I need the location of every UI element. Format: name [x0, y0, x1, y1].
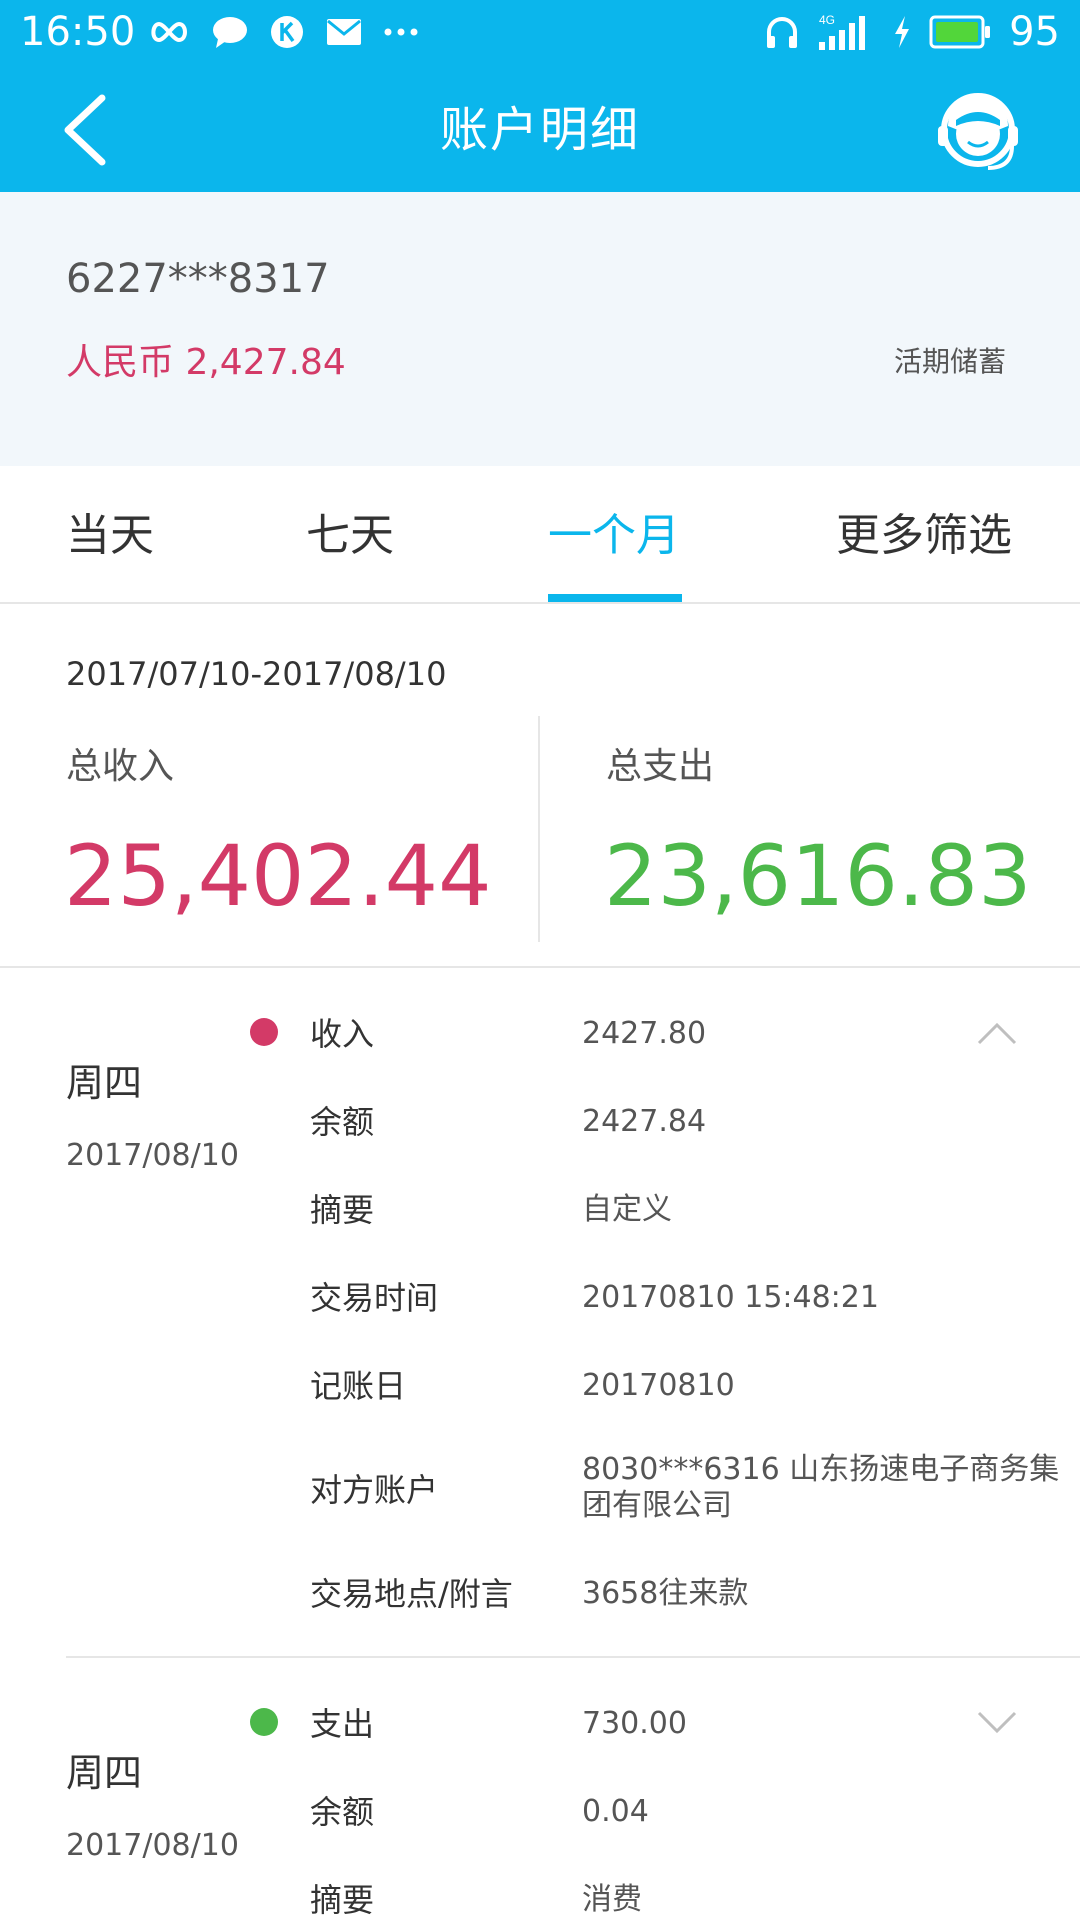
record-date: 2017/08/10 — [66, 1138, 239, 1173]
record-type-label: 支出 — [310, 1705, 375, 1743]
top-bar: 16:50 4G 95 账户明细 — [0, 0, 1080, 192]
chat-bubble-icon — [213, 17, 247, 48]
headphones-icon — [767, 17, 798, 48]
charging-icon — [895, 16, 910, 48]
customer-service-button[interactable] — [936, 90, 1020, 174]
screen: 16:50 4G 95 账户明细 6227***8317 人民币 2,427.8… — [0, 0, 1080, 1920]
detail-label-counterparty: 对方账户 — [310, 1471, 439, 1509]
account-balance: 人民币 2,427.84 — [66, 342, 346, 383]
status-icons-right: 4G 95 — [765, 10, 1060, 54]
detail-value-location-note: 3658往来款 — [582, 1576, 749, 1611]
period-tabs: 当天 七天 一个月 更多筛选 — [0, 466, 1080, 604]
4g-signal-icon: 4G — [819, 13, 866, 50]
total-expense-value: 23,616.83 — [604, 827, 1032, 925]
account-card: 6227***8317 人民币 2,427.84 活期储蓄 — [0, 192, 1080, 466]
period-summary: 2017/07/10-2017/08/10 总收入 25,402.44 总支出 … — [0, 604, 1080, 968]
customer-service-icon — [938, 93, 1018, 170]
income-dot — [250, 1018, 278, 1046]
status-time: 16:50 — [20, 9, 136, 55]
svg-text:4G: 4G — [819, 13, 835, 27]
date-range: 2017/07/10-2017/08/10 — [66, 655, 447, 693]
detail-label-summary: 摘要 — [310, 1191, 375, 1229]
status-icons-left — [148, 12, 418, 52]
total-income-value: 25,402.44 — [64, 827, 492, 925]
battery-percent: 95 — [1009, 9, 1060, 55]
detail-label-balance: 余额 — [310, 1103, 375, 1141]
tab-seven-days[interactable]: 七天 — [306, 506, 394, 566]
detail-label-time: 交易时间 — [310, 1279, 439, 1317]
mail-icon — [327, 19, 361, 45]
detail-label-balance: 余额 — [310, 1793, 375, 1831]
page-title: 账户明细 — [439, 102, 640, 158]
detail-label-posting-date: 记账日 — [310, 1367, 407, 1405]
detail-value-balance: 2427.84 — [582, 1104, 707, 1139]
detail-label-location-note: 交易地点/附言 — [310, 1575, 513, 1613]
detail-value-summary: 自定义 — [582, 1192, 672, 1227]
record-date: 2017/08/10 — [66, 1828, 239, 1863]
detail-value-summary: 消费 — [582, 1882, 642, 1917]
more-dots-icon — [384, 28, 418, 36]
tab-today[interactable]: 当天 — [66, 506, 154, 566]
detail-value-time: 20170810 15:48:21 — [582, 1280, 879, 1315]
detail-label-summary: 摘要 — [310, 1881, 375, 1919]
chevron-up-icon[interactable] — [976, 1020, 1018, 1046]
account-number: 6227***8317 — [66, 256, 330, 302]
record-weekday: 周四 — [66, 1751, 143, 1795]
active-tab-indicator — [548, 594, 682, 602]
infinity-icon — [151, 21, 187, 43]
detail-value-counterparty: 8030***6316 山东扬速电子商务集团有限公司 — [582, 1452, 1060, 1523]
expense-dot — [250, 1708, 278, 1736]
k-app-icon — [271, 16, 303, 48]
account-type: 活期储蓄 — [893, 345, 1006, 378]
total-income-label: 总收入 — [66, 746, 175, 787]
transaction-record[interactable]: 周四 2017/08/10 收入 2427.80 余额 2427.84 摘要 自… — [0, 968, 1080, 1658]
chevron-down-icon[interactable] — [976, 1710, 1018, 1736]
total-expense-label: 总支出 — [606, 746, 715, 787]
detail-value-posting-date: 20170810 — [582, 1368, 735, 1403]
status-bar: 16:50 4G 95 — [0, 0, 1080, 66]
tab-more-filters[interactable]: 更多筛选 — [836, 506, 1012, 566]
record-type-label: 收入 — [310, 1015, 375, 1053]
transaction-record[interactable]: 周四 2017/08/10 支出 730.00 余额 0.04 摘要 消费 — [0, 1658, 1080, 1920]
record-weekday: 周四 — [66, 1061, 143, 1105]
tab-one-month[interactable]: 一个月 — [548, 506, 680, 566]
battery-icon — [929, 15, 991, 49]
summary-divider — [538, 716, 540, 942]
detail-value-balance: 0.04 — [582, 1794, 649, 1829]
